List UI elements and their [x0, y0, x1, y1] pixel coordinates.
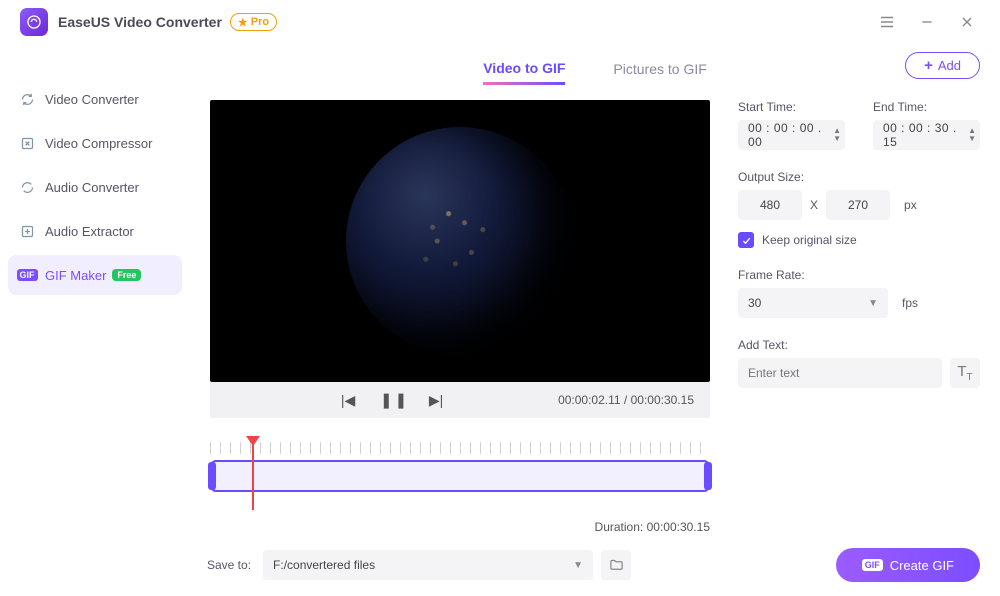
previous-button[interactable]: |◀ — [336, 392, 360, 409]
extract-icon — [18, 224, 36, 239]
star-icon: ★ — [238, 16, 248, 29]
fps-label: fps — [902, 296, 918, 310]
end-time-label: End Time: — [873, 100, 980, 114]
output-size-label: Output Size: — [738, 170, 980, 184]
duration-display: Duration: 00:00:30.15 — [210, 520, 710, 534]
save-to-label: Save to: — [207, 558, 251, 572]
menu-icon[interactable] — [874, 9, 900, 35]
create-gif-button[interactable]: GIF Create GIF — [836, 548, 980, 582]
keep-original-label: Keep original size — [762, 233, 857, 247]
sidebar-item-video-compressor[interactable]: Video Compressor — [8, 123, 182, 163]
chevron-down-icon: ▼ — [573, 560, 583, 571]
add-text-input[interactable] — [738, 358, 942, 388]
timeline-range[interactable] — [210, 460, 710, 492]
app-logo-icon — [20, 8, 48, 36]
video-preview[interactable] — [210, 100, 710, 382]
spin-down-icon[interactable]: ▼ — [968, 135, 976, 143]
save-to-select[interactable]: F:/convertered files ▼ — [263, 550, 593, 580]
refresh-icon — [18, 92, 36, 107]
pro-badge: ★Pro — [230, 13, 277, 31]
sidebar-item-label: Audio Extractor — [45, 224, 134, 239]
range-handle-end[interactable] — [704, 462, 712, 490]
sidebar-item-label: GIF Maker — [45, 268, 106, 283]
pause-button[interactable]: ❚❚ — [380, 391, 404, 409]
keep-original-checkbox[interactable] — [738, 232, 754, 248]
text-icon: TT — [957, 363, 972, 383]
tab-video-to-gif[interactable]: Video to GIF — [483, 60, 565, 85]
range-handle-start[interactable] — [208, 462, 216, 490]
end-time-input[interactable]: 00 : 00 : 30 . 15 ▲▼ — [873, 120, 980, 150]
height-input[interactable] — [826, 190, 890, 220]
add-text-label: Add Text: — [738, 338, 980, 352]
app-title: EaseUS Video Converter — [58, 14, 222, 30]
video-content-globe — [346, 127, 574, 355]
audio-refresh-icon — [18, 180, 36, 195]
chevron-down-icon: ▼ — [868, 298, 878, 309]
free-badge: Free — [112, 269, 141, 281]
sidebar-item-gif-maker[interactable]: GIF GIF Maker Free — [8, 255, 182, 295]
spin-down-icon[interactable]: ▼ — [833, 135, 841, 143]
open-folder-button[interactable] — [601, 550, 631, 580]
gif-icon: GIF — [18, 269, 36, 281]
plus-icon: + — [924, 57, 933, 74]
sidebar-item-label: Audio Converter — [45, 180, 139, 195]
timeline[interactable] — [210, 442, 710, 514]
sidebar-item-label: Video Compressor — [45, 136, 152, 151]
folder-icon — [609, 558, 624, 573]
x-label: X — [810, 198, 818, 212]
tab-pictures-to-gif[interactable]: Pictures to GIF — [613, 61, 706, 83]
frame-rate-label: Frame Rate: — [738, 268, 980, 282]
time-display: 00:00:02.11 / 00:00:30.15 — [558, 393, 694, 407]
text-style-button[interactable]: TT — [950, 358, 980, 388]
gif-badge-icon: GIF — [862, 559, 883, 571]
sidebar-item-audio-converter[interactable]: Audio Converter — [8, 167, 182, 207]
compress-icon — [18, 136, 36, 151]
frame-rate-select[interactable]: 30 ▼ — [738, 288, 888, 318]
width-input[interactable] — [738, 190, 802, 220]
close-button[interactable] — [954, 9, 980, 35]
sidebar: Video Converter Video Compressor Audio C… — [0, 44, 190, 596]
sidebar-item-label: Video Converter — [45, 92, 139, 107]
start-time-input[interactable]: 00 : 00 : 00 . 00 ▲▼ — [738, 120, 845, 150]
sidebar-item-video-converter[interactable]: Video Converter — [8, 79, 182, 119]
timeline-ruler — [210, 442, 710, 454]
start-time-label: Start Time: — [738, 100, 845, 114]
minimize-button[interactable] — [914, 9, 940, 35]
sidebar-item-audio-extractor[interactable]: Audio Extractor — [8, 211, 182, 251]
px-label: px — [904, 198, 917, 212]
playhead-marker[interactable] — [252, 438, 254, 510]
add-button[interactable]: +Add — [905, 52, 980, 79]
next-button[interactable]: ▶| — [424, 392, 448, 409]
